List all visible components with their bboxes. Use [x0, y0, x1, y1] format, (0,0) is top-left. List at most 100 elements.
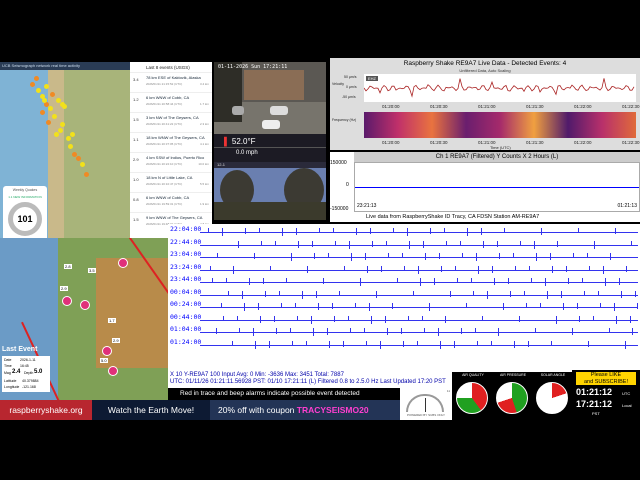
- trace-spike: [413, 290, 414, 295]
- helicorder-row: 00:44:00: [168, 313, 640, 326]
- trace-spike: [454, 340, 455, 348]
- local-time: 17:21:12: [576, 399, 613, 409]
- timezone-label: PST: [592, 411, 600, 416]
- quake-dot: [68, 144, 73, 149]
- event-distance: 1.7 km: [199, 102, 209, 106]
- quake-dot: [50, 92, 55, 97]
- trace-spike: [223, 315, 224, 321]
- trace-spike: [292, 340, 293, 346]
- date-label: Date: [4, 358, 12, 362]
- x-end-label: 01:21:13: [617, 203, 637, 209]
- camera-feed-yard: 12-1: [214, 162, 326, 220]
- trace-spike: [457, 278, 458, 283]
- site-link[interactable]: raspberryshake.org: [0, 400, 92, 420]
- trace-spike: [217, 253, 218, 257]
- trace-spike: [408, 315, 409, 321]
- trace-spike: [514, 340, 515, 348]
- trace-spike: [276, 328, 277, 334]
- event-row[interactable]: 1.2 6 km WNW of Cobb, CA 2026/01/11 20:5…: [130, 92, 212, 112]
- trace-spike: [295, 303, 296, 307]
- camera-timestamp: 01-11-2026 Sun 17:21:11: [218, 64, 288, 70]
- event-place: 4 km SSW of Indios, Puerto Rico: [146, 155, 205, 160]
- event-distance: 3.4 km: [199, 82, 209, 86]
- trace-spike: [499, 253, 500, 259]
- tagline: Watch the Earth Move!: [92, 400, 210, 420]
- trace-spike: [478, 265, 479, 274]
- trace-spike: [625, 340, 626, 349]
- alarm-note: Red in trace and beep alarms indicate po…: [168, 388, 400, 399]
- trace-spike: [238, 240, 239, 248]
- event-magnitude: 1.5: [133, 217, 139, 222]
- trace-spike: [332, 303, 333, 309]
- trace-spike: [265, 290, 266, 297]
- trace-spike: [249, 278, 250, 285]
- trace-spike: [356, 228, 357, 235]
- row-trace: [200, 307, 638, 308]
- event-row[interactable]: 1.1 18 km WNW of The Geysers, CA 2026/01…: [130, 132, 212, 152]
- trace-spike: [438, 328, 439, 336]
- longitude-label: Longitude: [4, 385, 20, 389]
- trace-spike: [371, 315, 372, 324]
- trace-spike: [587, 253, 588, 257]
- row-time: 23:44:00: [170, 275, 202, 283]
- trace-spike: [258, 303, 259, 310]
- trace-spike: [635, 290, 636, 297]
- trace-spike: [547, 290, 548, 299]
- quake-dot: [34, 76, 39, 81]
- trace-spike: [370, 228, 371, 234]
- trace-spike: [329, 340, 330, 348]
- y-max-label: 150000: [330, 160, 347, 166]
- row-trace: [200, 269, 638, 271]
- quake-map-california: UCB Seismograph network real time activi…: [0, 62, 130, 238]
- trace-spike: [355, 303, 356, 307]
- like-subscribe-callout: Please LIKE and SUBSCRIBE!: [576, 372, 636, 385]
- promo-text: 20% off with coupon: [218, 405, 297, 415]
- trace-spike: [393, 228, 394, 232]
- trace-spike: [528, 340, 529, 347]
- trace-spike: [498, 328, 499, 336]
- trace-spike: [286, 278, 287, 282]
- event-row[interactable]: 1.5 3 km NW of The Geysers, CA 2026/01/1…: [130, 112, 212, 132]
- trace-spike: [279, 290, 280, 296]
- quake-marker: [118, 258, 128, 268]
- trace-spike: [380, 340, 381, 349]
- trace-spike: [376, 290, 377, 298]
- air-pressure-dial: AIR PRESSURE: [492, 372, 534, 420]
- trace-spike: [503, 303, 504, 310]
- car-image: [262, 120, 280, 129]
- trace-spike: [275, 240, 276, 245]
- trace-spike: [282, 228, 283, 236]
- trace-spike: [473, 290, 474, 295]
- event-row[interactable]: 1.0 18 km N of Little Lake, CA 2026/01/1…: [130, 172, 212, 192]
- trace-spike: [497, 240, 498, 247]
- trace-spike: [540, 303, 541, 307]
- trace-spike: [467, 228, 468, 236]
- helicorder-row: 00:24:00: [168, 300, 640, 313]
- time-axis-label: Time (UTC): [490, 145, 511, 150]
- time-tick: 01:20:30: [430, 104, 448, 109]
- trace-spike: [450, 290, 451, 297]
- event-magnitude: 1.5: [133, 117, 139, 122]
- trace-spike: [402, 253, 403, 257]
- event-row[interactable]: 2.9 4 km SSW of Indios, Puerto Rico 2026…: [130, 152, 212, 172]
- gauge-value: 101: [17, 214, 33, 224]
- trace-spike: [226, 278, 227, 282]
- trace-spike: [568, 278, 569, 284]
- temperature-readout: ▌ 52.0°F: [224, 137, 256, 146]
- trace-spike: [598, 290, 599, 295]
- event-row[interactable]: 0.8 6 km WNW of Cobb, CA 2026/01/11 19:5…: [130, 192, 212, 212]
- trace-spike: [259, 228, 260, 233]
- trace-spike: [404, 265, 405, 270]
- event-row[interactable]: 3.4 78 km ESE of Kaktovik, Alaska 2026/0…: [130, 72, 212, 92]
- house-image: [244, 70, 304, 100]
- trace-spike: [504, 228, 505, 233]
- event-time: 2026/01/11 21:15:52 (UTC): [146, 82, 183, 86]
- gauge-subtitle: 1.1 NEW INFORMATION: [8, 195, 42, 199]
- divider: [214, 147, 326, 148]
- trace-spike: [422, 315, 423, 320]
- events-title: Last 8 events (USGS): [146, 65, 190, 70]
- trace-spike: [557, 240, 558, 247]
- wind-readout: 0.0 mph: [236, 150, 258, 156]
- trace-spike: [494, 278, 495, 285]
- trace-spike: [441, 265, 442, 272]
